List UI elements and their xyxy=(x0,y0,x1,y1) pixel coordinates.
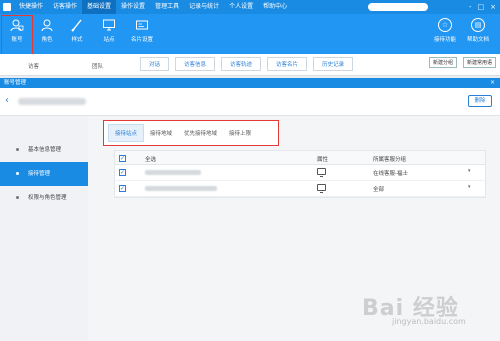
new-group-button[interactable]: 新建分组 xyxy=(428,57,457,68)
account-name-blurred xyxy=(18,98,86,105)
search-input[interactable] xyxy=(368,3,428,11)
row-checkbox[interactable]: ✓ xyxy=(119,169,126,176)
back-button[interactable]: ‹ xyxy=(5,96,9,106)
tool-site[interactable]: 站点 xyxy=(96,18,122,43)
site-name-blurred xyxy=(145,170,201,175)
monitor-icon xyxy=(317,168,326,177)
tool-account-label: 账号 xyxy=(11,37,23,43)
bg-buttons: 新建分组 新建常用语 xyxy=(428,57,496,68)
tool-help-doc-label: 帮助文档 xyxy=(466,37,489,43)
tool-site-label: 站点 xyxy=(103,37,115,43)
menu-item-quick[interactable]: 快捷操作 xyxy=(14,0,48,14)
menu-item-visitor[interactable]: 访客操作 xyxy=(48,0,82,14)
monitor-icon xyxy=(317,184,326,193)
sidebar-item-label: 权限与角色管理 xyxy=(28,195,67,201)
menu-item-operation-settings[interactable]: 操作设置 xyxy=(116,0,150,14)
row-checkbox[interactable]: ✓ xyxy=(119,185,126,192)
star-icon: ☆ xyxy=(438,18,452,32)
menu-item-records[interactable]: 记录与统计 xyxy=(184,0,224,14)
site-icon xyxy=(103,19,115,31)
sidebar-item-reception[interactable]: 接待管理 xyxy=(0,162,88,186)
account-icon xyxy=(10,19,24,32)
role-icon xyxy=(41,19,53,32)
menu-item-help[interactable]: 帮助中心 xyxy=(258,0,292,14)
menu-item-basic-settings[interactable]: 基础设置 xyxy=(82,0,117,14)
chevron-down-icon[interactable]: ▾ xyxy=(468,184,471,190)
site-table: ✓ 全选 属性 所属客服分组 ✓ 在线客服-福士 ▾ ✓ 全部 ▾ xyxy=(114,150,486,198)
site-name-blurred xyxy=(145,186,217,191)
minimize-button[interactable]: - xyxy=(469,0,472,14)
row-group: 全部 xyxy=(373,187,385,193)
reception-subtabs: 接待站点 接待地域 优先接待地域 接待上限 xyxy=(103,120,279,146)
bullet-icon xyxy=(16,148,19,151)
baidu-watermark-url: jingyan.baidu.com xyxy=(392,317,466,326)
dialog-close-button[interactable]: × xyxy=(490,78,495,88)
sidebar-item-label: 接待管理 xyxy=(28,171,51,177)
window-controls: - □ × xyxy=(469,0,496,14)
header-select-all: 全选 xyxy=(145,157,157,163)
help-icon: ▤ xyxy=(471,18,485,32)
bg-tab-visitor-info[interactable]: 访客信息 xyxy=(175,57,216,71)
bg-tab-visitor-card[interactable]: 访客名片 xyxy=(267,57,308,71)
chevron-down-icon[interactable]: ▾ xyxy=(468,168,471,174)
tool-card-settings-label: 名片设置 xyxy=(130,37,153,43)
tool-role-label: 角色 xyxy=(41,37,53,43)
menu-item-personal[interactable]: 个人设置 xyxy=(224,0,258,14)
bg-col-visitor: 访客 xyxy=(28,64,40,70)
menu-bar: 快捷操作 访客操作 基础设置 操作设置 管理工具 记录与统计 个人设置 帮助中心… xyxy=(0,0,500,14)
tab-reception-limit[interactable]: 接待上限 xyxy=(223,125,257,141)
tool-style[interactable]: 样式 xyxy=(64,18,90,43)
bullet-icon xyxy=(16,172,19,175)
tab-priority-region[interactable]: 优先接待地域 xyxy=(178,125,223,141)
select-all-checkbox[interactable]: ✓ xyxy=(119,155,126,162)
row-group: 在线客服-福士 xyxy=(373,171,408,177)
tool-card-settings[interactable]: 名片设置 xyxy=(126,18,158,43)
bullet-icon xyxy=(16,196,19,199)
bg-tab-chat[interactable]: 对话 xyxy=(140,57,170,71)
sidebar-item-label: 基本信息管理 xyxy=(28,147,62,153)
maximize-button[interactable]: □ xyxy=(478,0,485,14)
new-phrase-button[interactable]: 新建常用语 xyxy=(462,57,496,68)
tab-reception-site[interactable]: 接待站点 xyxy=(108,124,145,142)
close-window-button[interactable]: × xyxy=(490,0,496,14)
delete-button[interactable]: 删除 xyxy=(468,95,492,107)
dialog-header: ‹ 删除 xyxy=(0,88,500,116)
tool-role[interactable]: 角色 xyxy=(34,18,60,43)
bg-tab-visitor-trace[interactable]: 访客轨迹 xyxy=(221,57,262,71)
style-icon xyxy=(71,19,82,32)
bg-tabs: 对话 访客信息 访客轨迹 访客名片 历史记录 xyxy=(140,57,354,71)
dialog-titlebar: 账号管理 × xyxy=(0,78,500,88)
card-icon xyxy=(136,20,148,30)
header-attribute: 属性 xyxy=(317,157,329,163)
menu-item-admin-tools[interactable]: 管理工具 xyxy=(150,0,184,14)
background-panel: 访客 团队 对话 访客信息 访客轨迹 访客名片 历史记录 新建分组 新建常用语 xyxy=(0,54,500,76)
sidebar-item-permissions[interactable]: 权限与角色管理 xyxy=(0,186,88,210)
bg-col-team: 团队 xyxy=(92,64,104,70)
table-header: ✓ 全选 属性 所属客服分组 xyxy=(115,151,485,165)
dialog-sidebar: 基本信息管理 接待管理 权限与角色管理 xyxy=(0,116,88,341)
tool-reception[interactable]: ☆ 接待功能 xyxy=(430,18,460,43)
tool-help-doc[interactable]: ▤ 帮助文档 xyxy=(463,18,493,43)
main-menu: 快捷操作 访客操作 基础设置 操作设置 管理工具 记录与统计 个人设置 帮助中心 xyxy=(14,0,292,14)
header-group: 所属客服分组 xyxy=(373,157,407,163)
table-row[interactable]: ✓ 在线客服-福士 ▾ xyxy=(115,165,485,181)
tab-reception-region[interactable]: 接待地域 xyxy=(144,125,178,141)
app-logo-icon xyxy=(0,0,14,14)
tool-style-label: 样式 xyxy=(71,37,83,43)
table-row[interactable]: ✓ 全部 ▾ xyxy=(115,181,485,197)
toolbar: 账号 角色 样式 站点 名片设置 ☆ 接待功能 ▤ 帮助文档 xyxy=(0,14,500,67)
sidebar-item-basic-info[interactable]: 基本信息管理 xyxy=(0,138,88,162)
bg-tab-history[interactable]: 历史记录 xyxy=(313,57,354,71)
tool-reception-label: 接待功能 xyxy=(433,37,456,43)
dialog-title: 账号管理 xyxy=(4,80,27,86)
